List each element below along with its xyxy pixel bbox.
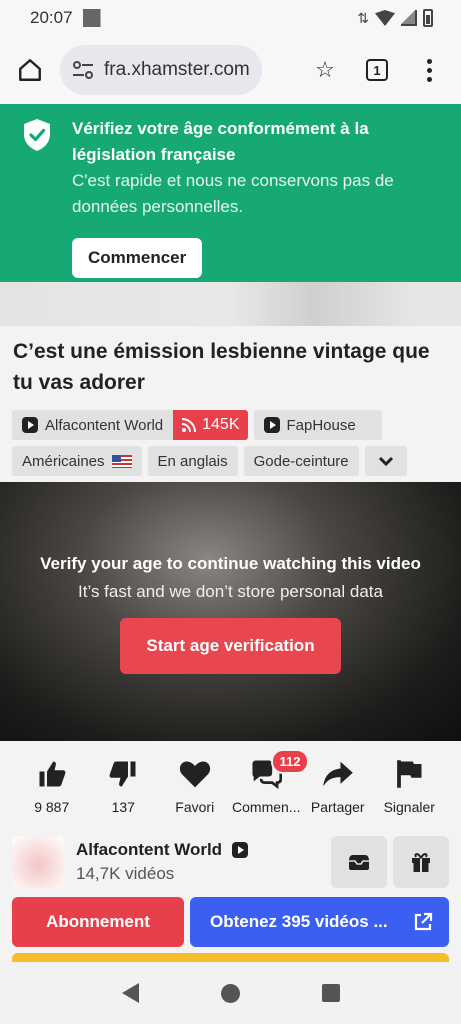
android-nav-bar <box>0 962 461 1024</box>
thumbs-up-icon <box>39 761 66 787</box>
channel-tag[interactable]: Alfacontent World <box>12 410 174 440</box>
home-icon <box>19 59 41 81</box>
studio-tag[interactable]: FapHouse <box>253 410 382 440</box>
heart-icon <box>179 761 210 788</box>
channel-tag-label: Alfacontent World <box>45 416 164 434</box>
back-icon[interactable] <box>121 983 139 1003</box>
channel-video-count: 14,7K vidéos <box>76 864 175 883</box>
tag-item[interactable]: Gode-ceinture <box>243 446 359 476</box>
channel-name-row: Alfacontent World <box>76 840 325 860</box>
age-verification-button[interactable]: Start age verification <box>120 618 341 674</box>
signal-icon <box>401 10 417 26</box>
thumbs-down-icon <box>109 761 136 787</box>
wifi-icon <box>375 10 395 26</box>
tag-list: Alfacontent World 145K FapHouse Américai… <box>12 410 449 476</box>
expand-tags-button[interactable] <box>364 446 407 476</box>
cta-row: Abonnement Obtenez 395 vidéos ... <box>12 897 449 947</box>
favorite-label: Favori <box>175 799 215 815</box>
player-title: Verify your age to continue watching thi… <box>40 554 421 573</box>
comments-button[interactable]: 112 Commen... <box>231 749 310 835</box>
home-circle-icon[interactable] <box>220 983 240 1003</box>
channel-badge-icon <box>232 842 249 858</box>
blurred-ad-strip <box>0 282 461 326</box>
tag-label: Gode-ceinture <box>253 452 349 470</box>
chevron-down-icon <box>378 456 393 467</box>
video-title: C’est une émission lesbienne vintage que… <box>13 340 430 394</box>
flag-icon <box>397 760 422 788</box>
status-bar: 20:07 ⇅ <box>0 0 461 36</box>
channel-row: Alfacontent World 14,7K vidéos <box>12 835 449 889</box>
studio-icon <box>263 417 280 433</box>
banner-description: C'est rapide et nous ne conservons pas d… <box>72 171 394 216</box>
video-player[interactable]: Verify your age to continue watching thi… <box>0 482 461 741</box>
status-left: 20:07 <box>30 8 101 28</box>
report-button[interactable]: Signaler <box>374 757 446 835</box>
tag-label: En anglais <box>157 452 228 470</box>
star-icon: ☆ <box>315 57 335 82</box>
favorite-button[interactable]: Favori <box>159 757 231 835</box>
dislike-count: 137 <box>111 799 135 815</box>
tag-item[interactable]: En anglais <box>147 446 238 476</box>
share-label: Partager <box>310 799 365 815</box>
gift-button[interactable] <box>393 836 449 888</box>
tag-item[interactable]: Américaines <box>12 446 142 476</box>
report-label: Signaler <box>383 799 435 815</box>
us-flag-icon <box>111 454 132 468</box>
inbox-icon <box>349 855 369 870</box>
subscriber-count: 145K <box>202 416 240 433</box>
share-button[interactable]: Partager <box>302 757 374 835</box>
start-button[interactable]: Commencer <box>72 238 203 278</box>
page: 20:07 ⇅ fra.xhamster.com ☆ 1 Vérifiez vo… <box>0 0 461 1024</box>
url-bar[interactable]: fra.xhamster.com <box>60 45 262 95</box>
recents-icon[interactable] <box>321 984 340 1002</box>
like-count: 9 887 <box>34 799 70 815</box>
get-videos-button[interactable]: Obtenez 395 vidéos ... <box>190 897 449 947</box>
banner-title: Vérifiez votre âge conformément à la lég… <box>72 119 369 164</box>
tag-label: Américaines <box>22 452 105 470</box>
inbox-button[interactable] <box>331 836 387 888</box>
subscribe-button[interactable]: Abonnement <box>12 897 184 947</box>
home-button[interactable] <box>12 52 48 88</box>
studio-tag-label: FapHouse <box>286 416 356 434</box>
external-link-icon <box>414 912 433 931</box>
banner-row: Vérifiez votre âge conformément à la lég… <box>22 116 443 220</box>
tab-count: 1 <box>366 59 388 81</box>
like-button[interactable]: 9 887 <box>16 757 88 835</box>
age-verify-banner: Vérifiez votre âge conformément à la lég… <box>0 104 461 282</box>
data-arrows-icon: ⇅ <box>357 9 369 26</box>
rss-icon <box>182 418 197 433</box>
kebab-icon <box>426 58 432 82</box>
battery-icon <box>423 9 433 27</box>
channel-name: Alfacontent World <box>76 840 223 859</box>
subscriber-count-badge[interactable]: 145K <box>173 410 248 440</box>
comments-label: Commen... <box>232 799 301 815</box>
banner-text: Vérifiez votre âge conformément à la lég… <box>72 116 443 220</box>
channel-tag-group[interactable]: Alfacontent World 145K <box>12 410 248 440</box>
url-text: fra.xhamster.com <box>104 59 250 80</box>
notification-icon <box>82 9 101 27</box>
channel-avatar[interactable] <box>12 836 64 888</box>
main-content: C’est une émission lesbienne vintage que… <box>0 326 461 967</box>
status-icons: ⇅ <box>357 9 433 27</box>
status-time: 20:07 <box>30 8 73 27</box>
shield-check-icon <box>24 119 50 151</box>
player-subtitle: It’s fast and we don’t store personal da… <box>78 582 383 601</box>
channel-icon <box>22 417 38 433</box>
channel-info[interactable]: Alfacontent World 14,7K vidéos <box>76 840 325 884</box>
get-videos-label: Obtenez 395 vidéos ... <box>210 912 388 931</box>
menu-button[interactable] <box>409 50 449 90</box>
dislike-button[interactable]: 137 <box>88 757 160 835</box>
gift-icon <box>412 853 430 872</box>
action-bar: 9 887 137 Favori 112 Commen... Partager <box>12 741 449 835</box>
bookmark-button[interactable]: ☆ <box>305 50 345 90</box>
share-icon <box>322 761 353 787</box>
site-settings-icon <box>73 61 93 79</box>
tabs-button[interactable]: 1 <box>357 50 397 90</box>
browser-toolbar: fra.xhamster.com ☆ 1 <box>0 36 461 104</box>
